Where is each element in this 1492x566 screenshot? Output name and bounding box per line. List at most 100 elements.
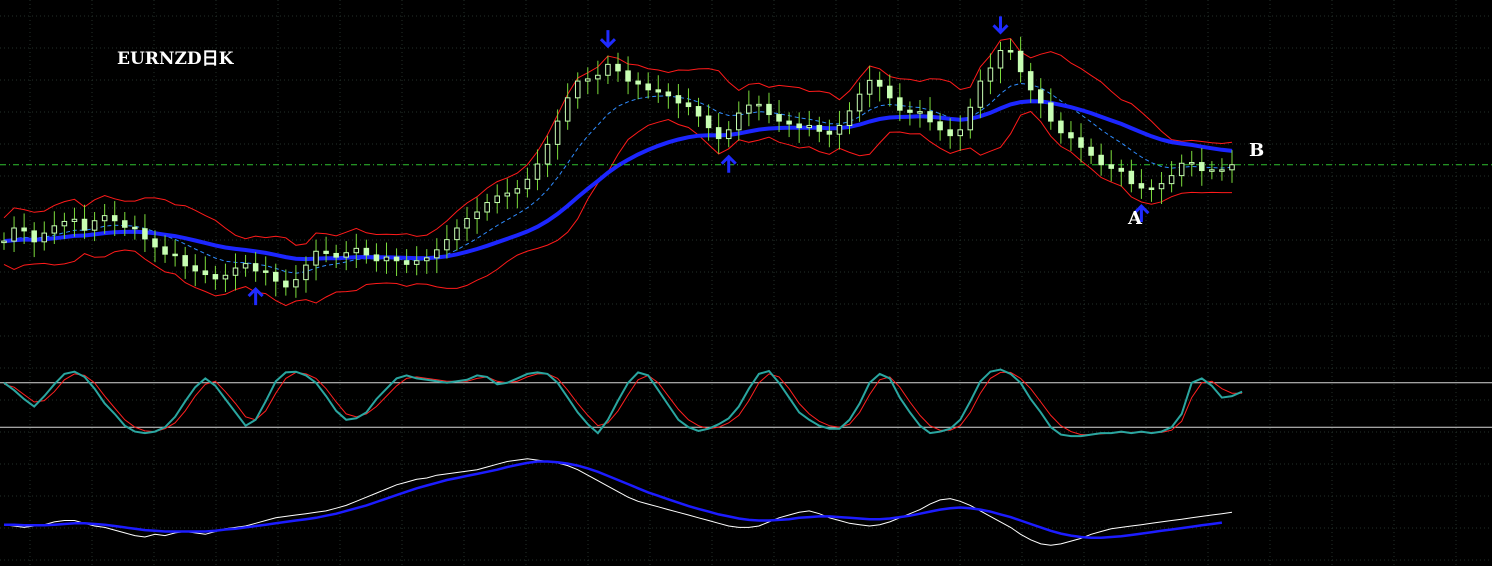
candle-bearish bbox=[142, 228, 148, 240]
candle-bearish bbox=[1017, 50, 1024, 73]
candle-bullish bbox=[242, 263, 249, 269]
candle-bearish bbox=[273, 271, 279, 282]
candle-bearish bbox=[373, 254, 380, 262]
candle-bullish bbox=[91, 220, 98, 231]
candle-bullish bbox=[846, 110, 853, 126]
candle-bullish bbox=[917, 111, 923, 114]
candle-bullish bbox=[756, 103, 762, 107]
candle-bullish bbox=[343, 252, 349, 258]
candle-bearish bbox=[1098, 154, 1104, 166]
candle-bearish bbox=[665, 91, 672, 97]
candle-bullish bbox=[987, 67, 994, 82]
candle-bearish bbox=[1048, 102, 1054, 122]
candle-bearish bbox=[182, 255, 188, 267]
candle-bearish bbox=[615, 63, 621, 72]
candle-bullish bbox=[967, 106, 974, 131]
candle-bearish bbox=[786, 120, 792, 125]
candle-bullish bbox=[454, 227, 460, 241]
candle-bullish bbox=[484, 202, 490, 213]
candle-bearish bbox=[212, 274, 219, 280]
candle-bullish bbox=[1178, 162, 1185, 177]
candle-bearish bbox=[122, 220, 128, 228]
candle-bullish bbox=[293, 279, 299, 288]
candle-bullish bbox=[564, 97, 571, 122]
candle-bearish bbox=[1078, 137, 1084, 148]
candle-bearish bbox=[21, 227, 27, 232]
candle-bearish bbox=[283, 280, 289, 288]
candle-bullish bbox=[383, 256, 390, 262]
candle-bearish bbox=[947, 129, 953, 137]
candle-bearish bbox=[897, 97, 903, 111]
candle-bearish bbox=[635, 80, 641, 85]
candle-bullish bbox=[71, 218, 78, 222]
candle-bullish bbox=[61, 220, 68, 227]
candle-bearish bbox=[132, 226, 138, 230]
candle-bullish bbox=[997, 50, 1004, 69]
candle-bullish bbox=[1168, 175, 1175, 185]
candle-bearish bbox=[1108, 164, 1114, 169]
candle-bullish bbox=[1209, 169, 1215, 172]
candle-bearish bbox=[192, 265, 199, 272]
candle-bearish bbox=[252, 263, 259, 272]
candle-bullish bbox=[504, 192, 511, 197]
candle-bearish bbox=[625, 70, 631, 82]
candle-bullish bbox=[353, 247, 360, 254]
candle-bullish bbox=[474, 211, 480, 220]
candle-bearish bbox=[907, 109, 913, 113]
candle-bullish bbox=[736, 112, 742, 131]
candle-bullish bbox=[836, 124, 843, 135]
candle-bullish bbox=[746, 104, 752, 114]
candle-bearish bbox=[1088, 146, 1094, 156]
price-chart-canvas bbox=[0, 0, 1492, 566]
candle-bearish bbox=[111, 215, 118, 222]
candle-bearish bbox=[152, 238, 158, 248]
candle-bullish bbox=[413, 260, 420, 265]
candle-bullish bbox=[1229, 164, 1235, 171]
candle-bullish bbox=[866, 79, 873, 95]
candle-bearish bbox=[1058, 120, 1064, 134]
candle-bearish bbox=[1068, 132, 1074, 139]
candle-bearish bbox=[1007, 50, 1014, 53]
candle-bullish bbox=[725, 129, 732, 140]
candle-bullish bbox=[313, 250, 319, 266]
candle-bearish bbox=[1138, 183, 1145, 189]
candle-bullish bbox=[423, 257, 430, 262]
candle-bullish bbox=[1, 240, 7, 244]
candle-bullish bbox=[977, 80, 984, 108]
candle-bearish bbox=[766, 103, 772, 116]
candle-bearish bbox=[796, 123, 802, 129]
candle-bullish bbox=[51, 225, 58, 234]
candle-bearish bbox=[81, 218, 88, 231]
candle-bearish bbox=[776, 114, 782, 122]
candle-bullish bbox=[514, 188, 521, 194]
candle-bullish bbox=[605, 63, 611, 76]
candle-bullish bbox=[1158, 183, 1165, 190]
candle-bullish bbox=[574, 80, 581, 99]
candle-bearish bbox=[1037, 89, 1044, 104]
annotation-label-b: B bbox=[1249, 140, 1265, 161]
candle-bullish bbox=[232, 267, 239, 276]
candle-bullish bbox=[957, 129, 963, 137]
candle-bullish bbox=[524, 178, 531, 190]
candle-bearish bbox=[705, 115, 712, 129]
candle-bearish bbox=[393, 256, 400, 262]
candle-bullish bbox=[1219, 169, 1225, 172]
candle-bullish bbox=[101, 215, 108, 222]
candle-bullish bbox=[444, 239, 450, 251]
candle-bearish bbox=[323, 250, 329, 254]
candle-bullish bbox=[303, 264, 309, 281]
candle-bearish bbox=[262, 270, 269, 273]
candle-bullish bbox=[434, 249, 440, 259]
candle-bullish bbox=[585, 78, 591, 82]
candle-bearish bbox=[927, 111, 933, 123]
candle-bullish bbox=[534, 163, 541, 180]
candle-bearish bbox=[1118, 167, 1125, 172]
candle-bearish bbox=[937, 121, 943, 131]
candle-bullish bbox=[595, 74, 601, 80]
candle-bearish bbox=[695, 106, 702, 117]
candle-bearish bbox=[202, 270, 209, 276]
candle-bearish bbox=[1128, 170, 1135, 185]
candle-bearish bbox=[1199, 162, 1205, 172]
candle-bullish bbox=[856, 93, 863, 112]
candle-bearish bbox=[715, 127, 722, 140]
